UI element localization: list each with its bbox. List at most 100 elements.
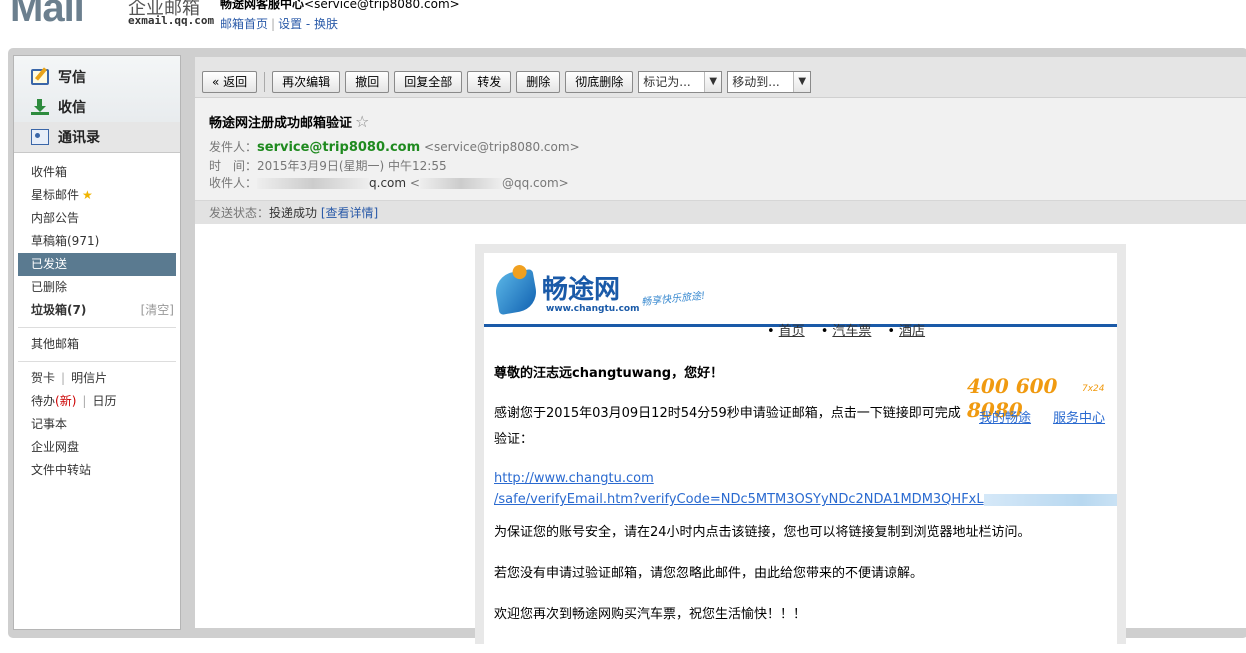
folder-drafts[interactable]: 草稿箱(971) [14, 230, 180, 253]
back-button[interactable]: « 返回 [202, 71, 258, 93]
folder-announcements[interactable]: 内部公告 [14, 207, 180, 230]
time-line: 时 间：2015年3月9日(星期一) 中午12:55 [209, 159, 1246, 174]
settings-link[interactable]: 设置 [278, 17, 302, 31]
verify-link[interactable]: http://www.changtu.com /safe/verifyEmail… [494, 468, 1117, 510]
paragraph-verify: 感谢您于2015年03月09日12时54分59秒申请验证邮箱，点击一下链接即可完… [494, 406, 961, 447]
recipient-name[interactable]: q.com [369, 176, 406, 190]
message-toolbar: « 返回 再次编辑 撤回 回复全部 转发 删除 彻底删除 标记为... ▼ 移动到… [195, 57, 1246, 98]
brand-name: 畅途网 [542, 275, 621, 305]
divider [18, 361, 176, 362]
from-label: 发件人： [209, 140, 258, 154]
compose-button[interactable]: 写信 [14, 62, 180, 92]
nav-bus-tickets-link[interactable]: 汽车票 [821, 320, 871, 339]
time-value: 2015年3月9日(星期一) 中午12:55 [257, 159, 447, 173]
greeting: 尊敬的汪志远changtuwang，您好！ [494, 366, 724, 381]
skin-link[interactable]: 换肤 [314, 17, 338, 31]
email-text: 尊敬的汪志远changtuwang，您好！ 感谢您于2015年03月09日12时… [494, 361, 964, 467]
contacts-label: 通讯录 [58, 130, 100, 146]
chevron-down-icon: ▼ [793, 72, 811, 92]
my-changtu-link[interactable]: 我的畅途 [979, 407, 1031, 426]
chevron-down-icon: ▼ [704, 72, 722, 92]
changtu-logo-icon [492, 268, 540, 316]
toolbar-divider [264, 72, 266, 92]
recipient-line: 收件人： q.com < @qq.com> [209, 176, 1246, 191]
edit-again-button[interactable]: 再次编辑 [272, 71, 341, 93]
delete-button[interactable]: 删除 [516, 71, 561, 93]
app-header: Mail 企业邮箱 exmail.qq.com 畅途网客服中心<service@… [0, 0, 1246, 45]
to-label: 收件人： [209, 176, 258, 190]
move-to-select[interactable]: 移动到... ▼ [727, 71, 812, 93]
folder-deleted[interactable]: 已删除 [14, 276, 180, 299]
netdisk-link[interactable]: 企业网盘 [14, 436, 180, 459]
recipient-address-start: < [409, 176, 420, 190]
account-name: 畅途网客服中心 [220, 0, 305, 11]
calendar-link[interactable]: 日历 [92, 394, 116, 408]
nav-hotels-link[interactable]: 酒店 [887, 320, 925, 339]
tools-cards: 贺卡 | 明信片 [31, 371, 108, 385]
divider [18, 327, 176, 328]
status-detail-link[interactable]: [查看详情] [321, 206, 378, 220]
mail-domain: exmail.qq.com [128, 14, 215, 27]
postcard-link[interactable]: 明信片 [71, 371, 107, 385]
file-transfer-link[interactable]: 文件中转站 [14, 459, 180, 482]
message-view: « 返回 再次编辑 撤回 回复全部 转发 删除 彻底删除 标记为... ▼ 移动到… [195, 57, 1246, 653]
verify-link-line2: /safe/verifyEmail.htm?verifyCode=NDc5MTM… [494, 489, 1117, 510]
todo-label: 待办 [31, 394, 56, 408]
account-links: 我的畅途 服务中心 [979, 407, 1105, 426]
receive-label: 收信 [58, 100, 86, 116]
paragraph-security: 为保证您的账号安全，请在24小时内点击该链接，您也可以将链接复制到浏览器地址栏访… [494, 525, 1031, 540]
folder-inbox[interactable]: 收件箱 [14, 161, 180, 184]
message-subject: 畅途网注册成功邮箱验证 ☆ [209, 112, 1246, 131]
todo-new-badge: (新) [55, 394, 77, 408]
home-link[interactable]: 邮箱首页 [220, 17, 268, 31]
status-value: 投递成功 [269, 206, 318, 220]
reply-all-button[interactable]: 回复全部 [394, 71, 463, 93]
folder-sent[interactable]: 已发送 [18, 253, 176, 276]
contacts-button[interactable]: 通讯录 [14, 122, 180, 152]
service-center-link[interactable]: 服务中心 [1053, 407, 1105, 426]
subject-text: 畅途网注册成功邮箱验证 [209, 116, 353, 131]
folder-spam-label: 垃圾箱(7) [31, 303, 87, 317]
email-nav: 首页 汽车票 酒店 [767, 320, 925, 339]
sender-line: 发件人：service@trip8080.com <service@trip80… [209, 140, 1246, 155]
star-toggle-icon[interactable]: ☆ [355, 112, 369, 131]
message-header: 畅途网注册成功邮箱验证 ☆ 发件人：service@trip8080.com <s… [195, 98, 1246, 200]
paragraph-welcome: 欢迎您再次到畅途网购买汽车票，祝您生活愉快！！！ [494, 607, 807, 622]
folder-starred[interactable]: 星标邮件 ★ [14, 184, 180, 207]
brand-slogan: 畅享快乐旅途! [640, 290, 706, 309]
sender-name[interactable]: service@trip8080.com [257, 140, 420, 155]
recipient-address: @qq.com> [501, 176, 569, 190]
account-email: <service@trip8080.com> [304, 0, 460, 11]
greeting-card-link[interactable]: 贺卡 [31, 371, 55, 385]
changtu-logo[interactable]: 畅途网 www.changtu.com 畅享快乐旅途! [492, 268, 736, 318]
folder-starred-label: 星标邮件 [31, 188, 80, 202]
forward-button[interactable]: 转发 [467, 71, 512, 93]
account-info: 畅途网客服中心<service@trip8080.com> [220, 0, 460, 12]
notes-link[interactable]: 记事本 [14, 413, 180, 436]
todo-link[interactable]: 待办(新) [31, 394, 76, 408]
recall-button[interactable]: 撤回 [345, 71, 390, 93]
email-body: 畅途网 www.changtu.com 畅享快乐旅途! 首页 汽车票 酒店 40… [475, 244, 1126, 653]
header-links: 邮箱首页 | 设置 - 换肤 [220, 17, 339, 31]
folder-other-mailboxes[interactable]: 其他邮箱 [14, 333, 180, 356]
redacted-mask [257, 178, 370, 189]
mark-as-select[interactable]: 标记为... ▼ [638, 71, 723, 93]
mail-logo: Mail [10, 0, 85, 30]
address-book-icon [31, 129, 49, 145]
time-label: 时 间： [209, 159, 258, 173]
mark-as-value: 标记为... [643, 75, 691, 89]
paragraph-ignore: 若您没有申请过验证邮箱，请您忽略此邮件，由此给您带来的不便请谅解。 [494, 566, 924, 581]
star-icon: ★ [82, 188, 93, 202]
quick-actions: 写信 收信 通讯录 [14, 56, 180, 153]
tools-todo: 待办(新) | 日历 [31, 394, 117, 408]
folder-spam[interactable]: 垃圾箱(7) [清空] [14, 299, 180, 322]
email-content: 畅途网 www.changtu.com 畅享快乐旅途! 首页 汽车票 酒店 40… [484, 253, 1117, 653]
status-label: 发送状态： [209, 206, 270, 220]
verify-link-path: /safe/verifyEmail.htm?verifyCode=NDc5MTM… [494, 492, 984, 507]
redacted-mask [983, 493, 1117, 506]
nav-home-link[interactable]: 首页 [767, 320, 805, 339]
receive-button[interactable]: 收信 [14, 92, 180, 122]
empty-spam-link[interactable]: [清空] [141, 299, 174, 322]
delivery-status: 发送状态：投递成功 [查看详情] [195, 200, 1246, 224]
permanent-delete-button[interactable]: 彻底删除 [565, 71, 634, 93]
